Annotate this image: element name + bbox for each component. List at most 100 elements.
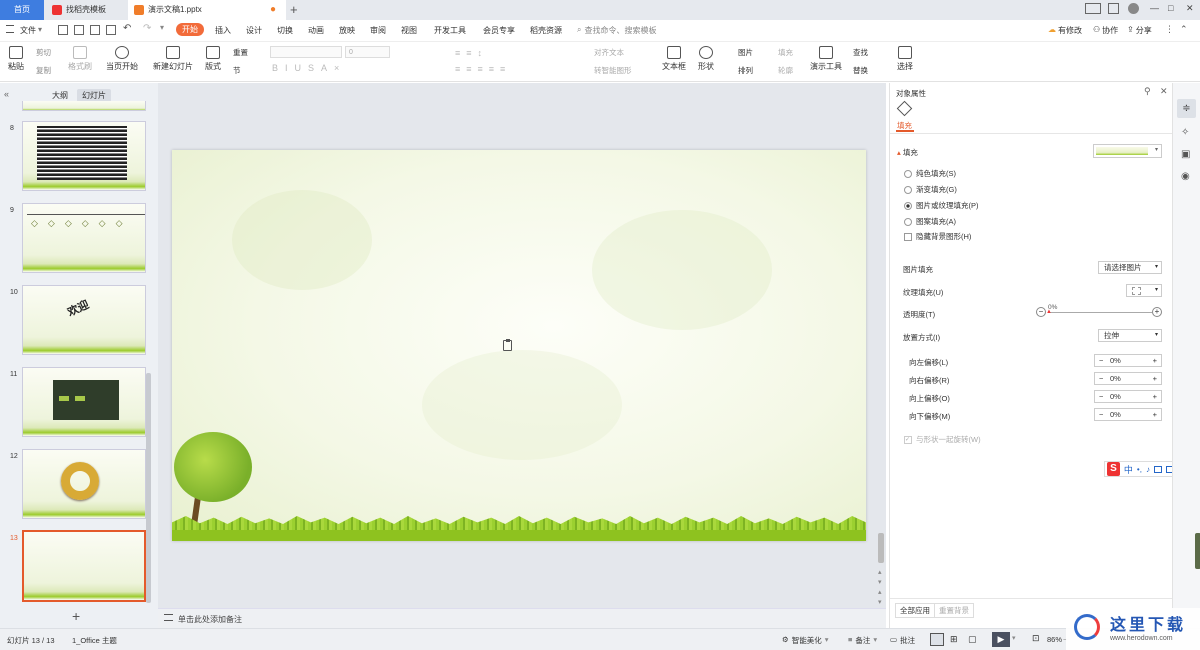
more-icon[interactable]: ▾ [160,23,164,32]
textbox-button[interactable]: 文本框 [662,46,686,72]
transparency-slider[interactable] [1048,312,1152,313]
collapse-ribbon-icon[interactable]: ⌃ [1180,24,1188,35]
fill-section-header[interactable]: ▴ 填充 [897,147,918,158]
smart-beautify-button[interactable]: ⚙ 智能美化 ▾ [782,635,829,646]
font-style-buttons[interactable]: BIUSA× [272,63,346,73]
fit-window-icon[interactable]: ⊡ [1032,633,1040,644]
placement-select[interactable]: 拉伸 ▾ [1098,329,1162,342]
slide-thumb-13[interactable] [22,530,146,602]
layout-toggle-icon[interactable] [1085,3,1101,14]
radio-gradient-fill[interactable]: 渐变填充(G) [904,184,957,195]
more-options-icon[interactable]: ⋮ [1165,24,1174,35]
tab-template[interactable]: 找稻壳模板 [46,0,126,20]
layers-icon[interactable]: ▣ [1181,149,1190,160]
from-current-button[interactable]: 当页开始 [106,46,138,72]
layout-button[interactable]: 版式 [205,46,221,72]
pin-icon[interactable]: ⚲ [1144,86,1151,97]
collab-button[interactable]: ⚇ 协作 [1093,25,1118,36]
collapse-panel-icon[interactable]: « [4,89,9,99]
minus-icon[interactable]: − [1036,307,1046,317]
fill-bucket-icon[interactable] [896,100,913,117]
align-text-button[interactable]: 对齐文本 [594,47,624,58]
zoom-level[interactable]: 86% [1047,635,1062,644]
maximize-button[interactable]: □ [1168,3,1173,13]
menu-slideshow[interactable]: 放映 [339,25,355,36]
menu-member[interactable]: 会员专享 [483,25,515,36]
hamburger-icon[interactable] [6,25,14,33]
paste-button[interactable]: 粘贴 [8,46,24,72]
slide-canvas[interactable] [172,150,866,541]
redo-icon[interactable]: ↷ [143,23,151,34]
plus-icon[interactable]: + [1152,307,1162,317]
find-button[interactable]: 查找 [853,47,868,58]
arrange-button[interactable]: 排列 [738,65,753,76]
select-button[interactable]: 选择 [897,46,913,72]
sorter-view-icon[interactable]: ⊞ [950,634,958,645]
menu-animation[interactable]: 动画 [308,25,324,36]
menu-view[interactable]: 视图 [401,25,417,36]
notes-placeholder[interactable]: 单击此处添加备注 [178,614,242,625]
font-name-select[interactable] [270,46,342,58]
paragraph-buttons[interactable]: ≡≡↕ [455,48,488,58]
offset-up-stepper[interactable]: −0% + [1094,390,1162,403]
menu-design[interactable]: 设计 [246,25,262,36]
menu-home[interactable]: 开始 [176,23,204,36]
reset-background-button[interactable]: 重置背景 [934,603,974,618]
open-icon[interactable] [74,25,84,35]
shape-button[interactable]: 形状 [698,46,714,72]
theme-name[interactable]: 1_Office 主题 [72,635,117,646]
notes-button[interactable]: ≡ 备注 ▾ [848,635,877,646]
slideshow-options-icon[interactable]: ▾ [1012,634,1016,642]
cut-button[interactable]: 剪切 [36,47,51,58]
share-button[interactable]: ⇪ 分享 [1127,25,1152,36]
slide-thumb-8[interactable] [22,121,146,191]
slide-thumb-10[interactable]: 欢迎 [22,285,146,355]
menu-review[interactable]: 审阅 [370,25,386,36]
section-button[interactable]: 节 [233,65,241,76]
thumbs-scrollbar[interactable] [146,373,151,603]
replace-button[interactable]: 替换 [853,65,868,76]
menu-insert[interactable]: 插入 [215,25,231,36]
has-changes-button[interactable]: ☁ 有修改 [1048,25,1082,36]
undo-icon[interactable]: ↶ [123,23,131,34]
slide-thumb-12[interactable] [22,449,146,519]
tab-home[interactable]: 首页 [0,0,44,20]
tab-outline[interactable]: 大纲 [52,90,68,101]
hide-bg-checkbox[interactable]: 隐藏背景图形(H) [904,231,971,242]
tab-document[interactable]: 演示文稿1.pptx ● [128,0,286,20]
clipboard-icon[interactable] [503,339,512,351]
slide-thumb-9[interactable]: ◇◇◇◇◇◇ [22,203,146,273]
new-slide-button[interactable]: 新建幻灯片 [153,46,193,72]
menu-transition[interactable]: 切换 [277,25,293,36]
present-tools-button[interactable]: 演示工具 [810,46,842,72]
scroll-arrows[interactable]: ▴ ▾ ▴ ▾ [878,568,882,608]
normal-view-icon[interactable] [930,633,944,646]
align-buttons[interactable]: ≡≡≡≡≡ [455,64,511,74]
picture-fill-select[interactable]: 请选择图片 ▾ [1098,261,1162,274]
menu-developer[interactable]: 开发工具 [434,25,466,36]
radio-pattern-fill[interactable]: 图案填充(A) [904,216,956,227]
play-slideshow-button[interactable]: ▶ [992,632,1010,647]
animation-icon[interactable]: ✧ [1181,127,1189,138]
texture-fill-select[interactable]: ▾ [1126,284,1162,297]
offset-left-stepper[interactable]: −0% + [1094,354,1162,367]
offset-right-stepper[interactable]: −0% + [1094,372,1162,385]
new-tab-button[interactable]: + [290,2,298,17]
reset-button[interactable]: 重置 [233,47,248,58]
copy-button[interactable]: 复制 [36,65,51,76]
menu-docer[interactable]: 稻壳资源 [530,25,562,36]
font-size-select[interactable]: 0 [345,46,390,58]
slide-thumb-11[interactable] [22,367,146,437]
location-icon[interactable]: ◉ [1181,171,1190,182]
slide-thumb-7[interactable] [22,101,146,111]
comments-button[interactable]: ▭ 批注 [890,635,915,646]
panel-title[interactable]: 对象属性 [896,88,926,99]
grid-view-icon[interactable] [1108,3,1119,14]
close-button[interactable]: ✕ [1186,3,1194,14]
new-doc-icon[interactable] [58,25,68,35]
fill-preview-select[interactable]: ▾ [1093,144,1162,158]
add-slide-button[interactable]: + [72,608,80,624]
slider-handle-icon[interactable]: ▲ [1046,309,1052,315]
workspace-scrollbar[interactable] [878,533,884,563]
menu-file[interactable]: 文件 [20,25,36,36]
